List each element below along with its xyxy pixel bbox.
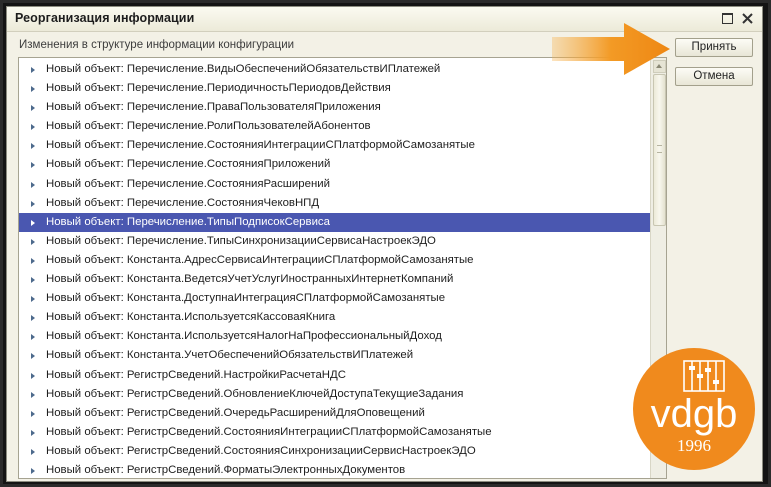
list-item[interactable]: Новый объект: Перечисление.СостоянияПрил… xyxy=(19,155,651,174)
reorganization-dialog: Реорганизация информации Изменения в стр… xyxy=(6,6,763,482)
list-item-label: Новый объект: РегистрСведений.ФорматыЭле… xyxy=(46,463,406,476)
expand-arrow-icon[interactable] xyxy=(31,143,35,150)
expand-arrow-icon[interactable] xyxy=(31,429,35,436)
list-item-label: Новый объект: РегистрСведений.СостоянияС… xyxy=(46,444,476,457)
expand-arrow-icon[interactable] xyxy=(31,353,35,360)
list-item[interactable]: Новый объект: Константа.ИспользуетсяКасс… xyxy=(19,308,651,327)
expand-arrow-icon[interactable] xyxy=(31,467,35,474)
list-item-label: Новый объект: Перечисление.РолиПользоват… xyxy=(46,120,371,133)
list-item-label: Новый объект: РегистрСведений.Обновление… xyxy=(46,387,464,400)
expand-arrow-icon[interactable] xyxy=(31,315,35,322)
expand-arrow-icon[interactable] xyxy=(31,372,35,379)
list-item[interactable]: Новый объект: РегистрСведений.НастройкиР… xyxy=(19,366,651,385)
close-icon[interactable] xyxy=(741,12,754,25)
logo-year-text: 1996 xyxy=(677,436,711,455)
list-item-label: Новый объект: РегистрСведений.ОчередьРас… xyxy=(46,406,425,419)
window-title: Реорганизация информации xyxy=(15,11,195,25)
list-item[interactable]: Новый объект: Перечисление.СостоянияЧеко… xyxy=(19,194,651,213)
expand-arrow-icon[interactable] xyxy=(31,124,35,131)
maximize-icon[interactable] xyxy=(721,12,734,25)
list-item-label: Новый объект: Константа.АдресСервисаИнте… xyxy=(46,253,474,266)
expand-arrow-icon[interactable] xyxy=(31,181,35,188)
list-item-label: Новый объект: Константа.ВедетсяУчетУслуг… xyxy=(46,273,454,286)
expand-arrow-icon[interactable] xyxy=(31,277,35,284)
changes-caption: Изменения в структуре информации конфигу… xyxy=(19,39,295,51)
expand-arrow-icon[interactable] xyxy=(31,410,35,417)
list-item[interactable]: Новый объект: Перечисление.ТипыПодписокС… xyxy=(19,212,651,232)
expand-arrow-icon[interactable] xyxy=(31,334,35,341)
list-item[interactable]: Новый объект: Константа.ВедетсяУчетУслуг… xyxy=(19,270,651,289)
list-item-label: Новый объект: Константа.ДоступнаИнтеграц… xyxy=(46,292,446,305)
scroll-thumb[interactable] xyxy=(653,74,666,226)
list-item-label: Новый объект: Константа.УчетОбеспеченийО… xyxy=(46,349,414,362)
list-item-label: Новый объект: Перечисление.ВидыОбеспечен… xyxy=(46,63,441,75)
list-item-label: Новый объект: Перечисление.Периодичность… xyxy=(46,82,391,95)
expand-arrow-icon[interactable] xyxy=(31,162,35,169)
list-item-label: Новый объект: Перечисление.ТипыПодписокС… xyxy=(46,215,330,228)
list-item-label: Новый объект: Константа.ИспользуетсяКасс… xyxy=(46,311,336,324)
list-item-label: Новый объект: РегистрСведений.СостоянияИ… xyxy=(46,425,492,438)
list-item[interactable]: Новый объект: РегистрСведений.ОчередьРас… xyxy=(19,404,651,423)
expand-arrow-icon[interactable] xyxy=(31,200,35,207)
expand-arrow-icon[interactable] xyxy=(31,105,35,112)
list-item[interactable]: Новый объект: Перечисление.ТипыСинхрониз… xyxy=(19,232,651,251)
list-item-label: Новый объект: Перечисление.ТипыСинхрониз… xyxy=(46,234,436,247)
list-item-label: Новый объект: Перечисление.СостоянияЧеко… xyxy=(46,196,320,209)
expand-arrow-icon[interactable] xyxy=(31,238,35,245)
expand-arrow-icon[interactable] xyxy=(31,219,35,226)
expand-arrow-icon[interactable] xyxy=(31,391,35,398)
expand-arrow-icon[interactable] xyxy=(31,296,35,303)
expand-arrow-icon[interactable] xyxy=(31,86,35,93)
list-item-label: Новый объект: РегистрСведений.НастройкиР… xyxy=(46,368,346,381)
list-item[interactable]: Новый объект: Перечисление.СостоянияРасш… xyxy=(19,175,651,194)
vdgb-logo: vdgb 1996 xyxy=(633,348,755,470)
list-item[interactable]: Новый объект: Перечисление.СостоянияИнте… xyxy=(19,136,651,155)
logo-brand-text: vdgb xyxy=(651,392,738,436)
expand-arrow-icon[interactable] xyxy=(31,67,35,73)
list-item-label: Новый объект: Перечисление.СостоянияИнте… xyxy=(46,139,475,152)
list-item-label: Новый объект: Перечисление.СостоянияРасш… xyxy=(46,177,330,190)
list-item[interactable]: Новый объект: Константа.УчетОбеспеченийО… xyxy=(19,346,651,365)
cancel-button[interactable]: Отмена xyxy=(675,67,753,86)
list-item[interactable]: Новый объект: Перечисление.Периодичность… xyxy=(19,79,651,98)
list-item[interactable]: Новый объект: РегистрСведений.ФорматыЭле… xyxy=(19,461,651,478)
list-item-label: Новый объект: Перечисление.СостоянияПрил… xyxy=(46,158,331,171)
accept-button[interactable]: Принять xyxy=(675,38,753,57)
list-item[interactable]: Новый объект: Константа.ДоступнаИнтеграц… xyxy=(19,289,651,308)
list-item[interactable]: Новый объект: Константа.АдресСервисаИнте… xyxy=(19,251,651,270)
changes-list[interactable]: Новый объект: Перечисление.ВидыОбеспечен… xyxy=(18,57,667,479)
list-item[interactable]: Новый объект: РегистрСведений.СостоянияИ… xyxy=(19,423,651,442)
list-item[interactable]: Новый объект: РегистрСведений.Обновление… xyxy=(19,385,651,404)
list-item[interactable]: Новый объект: Константа.ИспользуетсяНало… xyxy=(19,327,651,346)
orange-arrow-icon xyxy=(552,23,670,75)
expand-arrow-icon[interactable] xyxy=(31,257,35,264)
list-item-label: Новый объект: Константа.ИспользуетсяНало… xyxy=(46,330,442,343)
expand-arrow-icon[interactable] xyxy=(31,448,35,455)
list-item[interactable]: Новый объект: Перечисление.ПраваПользова… xyxy=(19,98,651,117)
list-rows: Новый объект: Перечисление.ВидыОбеспечен… xyxy=(19,60,651,478)
list-item[interactable]: Новый объект: Перечисление.РолиПользоват… xyxy=(19,117,651,136)
list-item[interactable]: Новый объект: РегистрСведений.СостоянияС… xyxy=(19,442,651,461)
list-item-label: Новый объект: Перечисление.ПраваПользова… xyxy=(46,101,381,114)
